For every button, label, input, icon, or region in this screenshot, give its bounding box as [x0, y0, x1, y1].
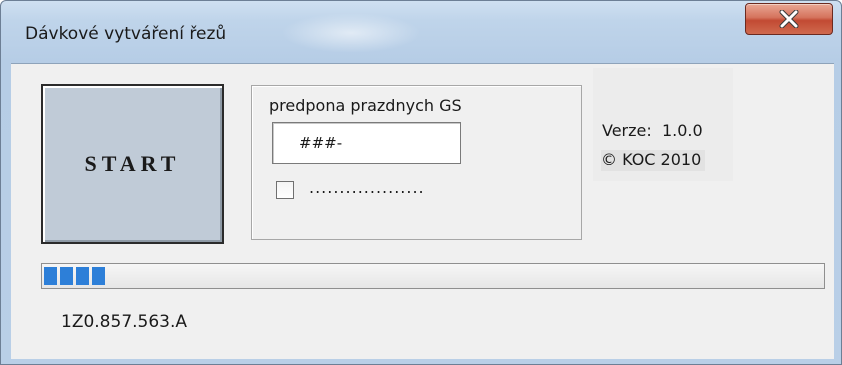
prefix-group: predpona prazdnych GS ..................…	[251, 85, 582, 240]
title-bar[interactable]: Dávkové vytváření řezů	[1, 1, 841, 63]
progress-bar	[41, 263, 825, 289]
option-checkbox-label[interactable]: ...................	[309, 178, 425, 197]
window-title: Dávkové vytváření řezů	[25, 24, 227, 44]
close-icon	[779, 10, 799, 28]
prefix-group-label: predpona prazdnych GS	[269, 96, 462, 115]
prefix-input[interactable]	[272, 122, 461, 164]
option-checkbox[interactable]	[276, 181, 294, 199]
start-button-label: START	[84, 151, 181, 176]
progress-fill	[44, 267, 105, 285]
close-button[interactable]	[745, 3, 833, 35]
copyright-text: © KOC 2010	[601, 150, 706, 171]
version-line: Verze: 1.0.0	[602, 121, 703, 140]
app-window: Dávkové vytváření řezů START predpona pr…	[0, 0, 842, 365]
version-label: Verze:	[602, 121, 652, 140]
start-button[interactable]: START	[41, 84, 224, 244]
status-text: 1Z0.857.563.A	[61, 312, 188, 332]
version-value: 1.0.0	[661, 121, 703, 140]
title-glow	[281, 13, 421, 53]
client-area: START predpona prazdnych GS ............…	[11, 63, 834, 359]
